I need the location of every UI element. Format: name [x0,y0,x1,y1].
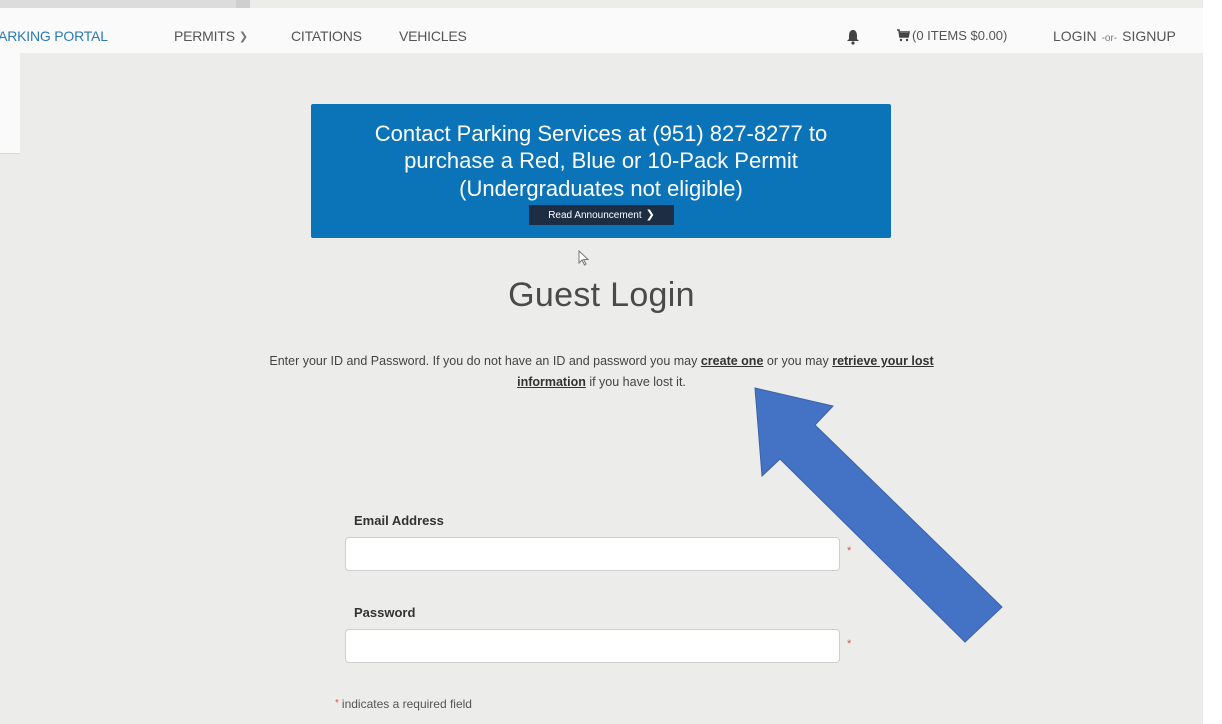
intro-text-b: or you may [766,354,829,368]
announcement-line-3: (Undergraduates not eligible) [459,176,743,201]
retrieve-info-link[interactable]: retrieve your lost [832,354,933,368]
login-link[interactable]: LOGIN [1053,28,1097,44]
intro-text-line-2: information if you have lost it. [0,375,1203,389]
bell-icon[interactable] [846,29,860,45]
announcement-line-2: purchase a Red, Blue or 10-Pack Permit [404,148,798,173]
password-label: Password [354,605,416,620]
intro-text-c: if you have lost it. [589,375,686,389]
auth-links: LOGIN -or- SIGNUP [1053,28,1176,44]
signup-link[interactable]: SIGNUP [1122,28,1176,44]
create-account-link[interactable]: create one [701,354,764,368]
read-announcement-button[interactable]: Read Announcement ❯ [529,205,674,225]
email-label: Email Address [354,513,444,528]
announcement-line-1: Contact Parking Services at (951) 827-82… [374,121,828,146]
required-note-text: indicates a required field [341,697,472,711]
top-navbar: PARKING PORTAL PERMITS ❯ CITATIONS VEHICL… [0,8,1203,53]
cart-summary: (0 ITEMS $0.00) [912,28,1008,43]
intro-text-line-1: Enter your ID and Password. If you do no… [0,354,1203,368]
mouse-cursor-icon [578,250,590,266]
required-field-note: * indicates a required field [335,697,472,711]
retrieve-info-link-cont[interactable]: information [517,375,586,389]
nav-permits[interactable]: PERMITS ❯ [174,28,248,44]
required-star: * [335,698,339,709]
brand-link[interactable]: PARKING PORTAL [0,28,160,48]
nav-permits-label: PERMITS [174,28,235,44]
cart-link[interactable]: (0 ITEMS $0.00) [896,28,1007,43]
read-announcement-label: Read Announcement [548,210,642,221]
left-side-panel [0,53,20,154]
chevron-right-icon: ❯ [645,209,655,221]
annotation-arrow-icon [754,387,1003,643]
brand-label: PARKING PORTAL [0,28,108,44]
or-separator: -or- [1101,33,1118,44]
page-margin [1203,0,1222,724]
nav-vehicles[interactable]: VEHICLES [399,28,467,44]
intro-text-a: Enter your ID and Password. If you do no… [269,354,698,368]
page-title: Guest Login [508,276,695,314]
cart-icon [897,29,910,42]
chevron-down-icon: ❯ [238,31,248,43]
nav-citations[interactable]: CITATIONS [291,28,362,44]
